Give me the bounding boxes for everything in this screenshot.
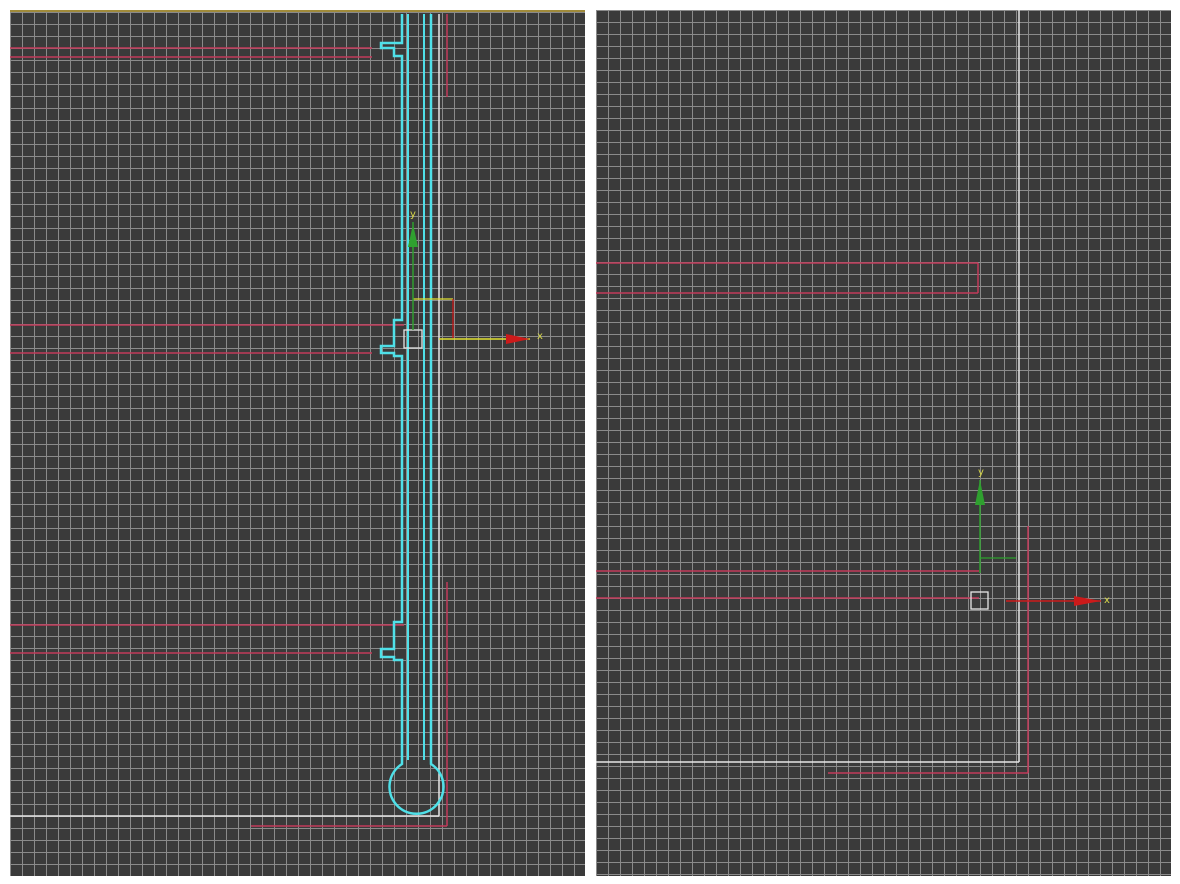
y-axis-arrow-icon[interactable] — [975, 480, 985, 505]
x-axis-label: x — [1104, 595, 1110, 606]
pivot-box[interactable] — [403, 329, 423, 349]
pink-shape-lines[interactable] — [596, 262, 1029, 774]
selected-cyan-shape[interactable] — [379, 14, 445, 815]
x-axis-label: x — [537, 331, 543, 342]
x-axis-arrow-icon[interactable] — [1074, 596, 1101, 606]
x-axis-arrow-icon[interactable] — [506, 334, 530, 344]
y-axis-label: y — [410, 209, 416, 220]
left-viewport[interactable]: y x — [10, 10, 585, 876]
white-border-lines — [596, 10, 1020, 763]
right-viewport-canvas[interactable]: y x — [596, 10, 1171, 876]
right-viewport[interactable]: y x — [596, 10, 1171, 876]
left-viewport-canvas[interactable]: y x — [10, 12, 585, 876]
white-border-lines — [10, 14, 440, 817]
transform-gizmo[interactable]: y x — [970, 467, 1110, 610]
pink-shape-lines[interactable] — [10, 14, 448, 827]
pivot-box[interactable] — [970, 591, 989, 610]
selected-cyan-inner[interactable] — [407, 14, 425, 760]
y-axis-arrow-icon[interactable] — [408, 224, 418, 247]
y-axis-label: y — [978, 467, 984, 478]
